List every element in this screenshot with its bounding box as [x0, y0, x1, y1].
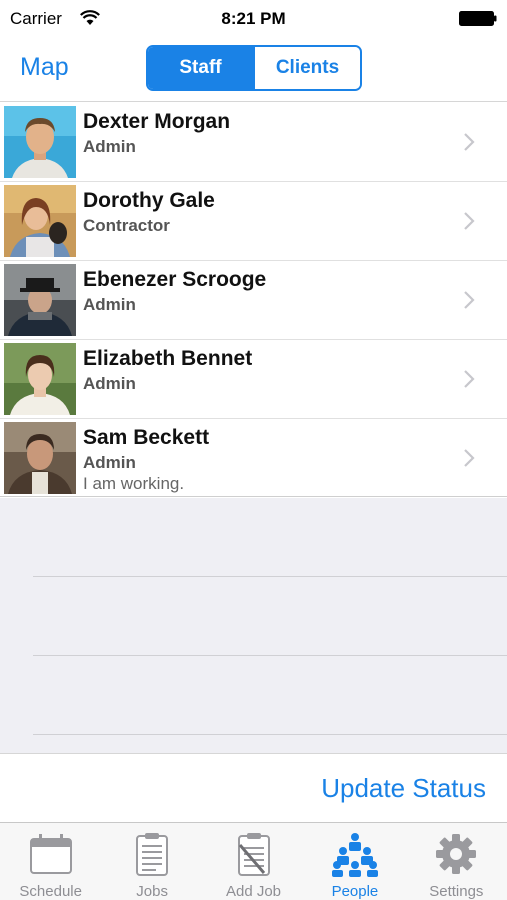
- navigation-bar: Map Staff Clients: [0, 36, 507, 102]
- person-role: Admin: [83, 374, 136, 393]
- staff-segment[interactable]: Staff: [148, 47, 253, 89]
- chevron-right-icon: [464, 133, 475, 151]
- staff-clients-segmented-control: Staff Clients: [146, 45, 362, 91]
- chevron-right-icon: [464, 291, 475, 309]
- tab-label: Add Job: [225, 883, 282, 900]
- tab-settings[interactable]: Settings: [406, 823, 507, 900]
- list-item[interactable]: Dorothy Gale Contractor: [0, 182, 507, 261]
- avatar: [4, 422, 76, 494]
- tab-label: People: [331, 883, 379, 900]
- person-role: Admin: [83, 295, 136, 314]
- chevron-right-icon: [464, 212, 475, 230]
- person-status: I am working.: [83, 474, 185, 493]
- list-item[interactable]: Sam Beckett Admin I am working.: [0, 419, 507, 497]
- separator-line: [33, 655, 507, 656]
- chevron-right-icon: [464, 370, 475, 388]
- gear-icon: [436, 834, 477, 874]
- person-role: Contractor: [83, 216, 170, 235]
- tab-people[interactable]: People: [304, 823, 405, 900]
- tab-label: Jobs: [136, 883, 168, 900]
- person-name: Ebenezer Scrooge: [83, 268, 267, 291]
- avatar: [4, 106, 76, 178]
- avatar: [4, 264, 76, 336]
- list-item[interactable]: Dexter Morgan Admin: [0, 103, 507, 182]
- map-button[interactable]: Map: [20, 53, 69, 82]
- person-name: Sam Beckett: [83, 426, 210, 449]
- tab-schedule[interactable]: Schedule: [0, 823, 101, 900]
- tab-label: Schedule: [19, 883, 82, 900]
- tab-add-job[interactable]: Add Job: [203, 823, 304, 900]
- clipboard-icon: [136, 833, 169, 876]
- list-item[interactable]: Elizabeth Bennet Admin: [0, 340, 507, 419]
- chevron-right-icon: [464, 449, 475, 467]
- battery-icon: [459, 11, 497, 26]
- people-list: Dexter Morgan Admin Dorothy Gale Contrac…: [0, 103, 507, 497]
- update-status-button[interactable]: Update Status: [321, 773, 486, 804]
- status-time: 8:21 PM: [221, 9, 286, 28]
- tab-jobs[interactable]: Jobs: [101, 823, 202, 900]
- avatar: [4, 185, 76, 257]
- people-icon: [331, 833, 378, 877]
- list-item[interactable]: Ebenezer Scrooge Admin: [0, 261, 507, 340]
- status-bar: Carrier 8:21 PM: [0, 0, 507, 36]
- separator-line: [33, 576, 507, 577]
- tab-label: Settings: [429, 883, 484, 900]
- person-name: Dorothy Gale: [83, 189, 215, 212]
- bottom-toolbar: Update Status: [0, 753, 507, 822]
- person-role: Admin: [83, 137, 136, 156]
- add-job-clipboard-icon: [237, 833, 270, 876]
- person-name: Dexter Morgan: [83, 110, 231, 133]
- empty-list-area: [0, 498, 507, 753]
- avatar: [4, 343, 76, 415]
- clients-segment[interactable]: Clients: [253, 47, 360, 89]
- separator-line: [33, 734, 507, 735]
- person-name: Elizabeth Bennet: [83, 347, 253, 370]
- person-role: Admin: [83, 453, 136, 472]
- calendar-icon: [29, 834, 72, 874]
- tab-bar: Schedule Jobs Add Job People Settings: [0, 822, 507, 900]
